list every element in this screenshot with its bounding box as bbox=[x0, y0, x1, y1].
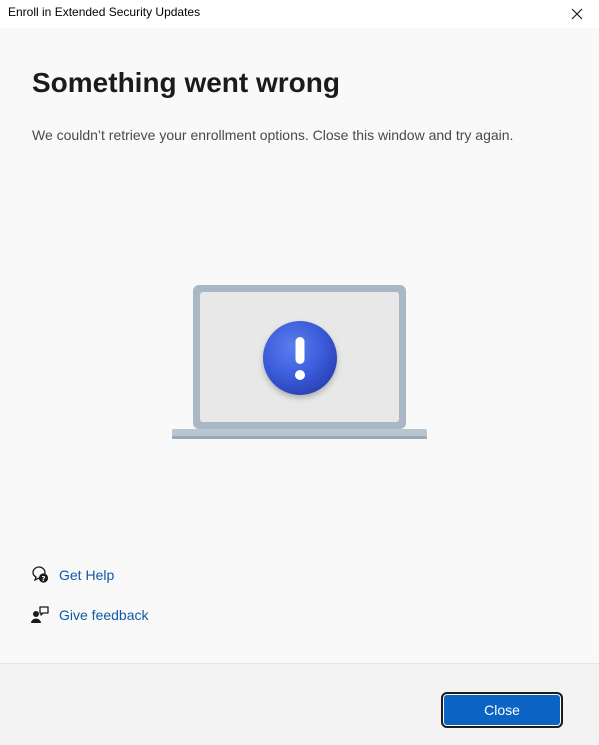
svg-text:?: ? bbox=[41, 575, 45, 583]
get-help-label: Get Help bbox=[59, 567, 115, 583]
close-icon bbox=[571, 8, 583, 20]
close-button[interactable]: Close bbox=[441, 692, 563, 728]
error-message: We couldn’t retrieve your enrollment opt… bbox=[32, 127, 514, 143]
ess-enroll-window: Enroll in Extended Security Updates Some… bbox=[0, 0, 599, 745]
get-help-link[interactable]: ? Get Help bbox=[30, 564, 114, 586]
give-feedback-link[interactable]: Give feedback bbox=[30, 604, 149, 626]
page-title: Something went wrong bbox=[32, 67, 340, 98]
help-chat-icon: ? bbox=[30, 565, 50, 585]
window-close-button[interactable] bbox=[555, 0, 599, 28]
feedback-person-icon bbox=[30, 605, 50, 625]
window-title: Enroll in Extended Security Updates bbox=[8, 5, 201, 19]
title-bar: Enroll in Extended Security Updates bbox=[0, 0, 599, 28]
laptop-alert-illustration bbox=[172, 284, 428, 442]
dialog-footer: Close bbox=[0, 663, 599, 745]
give-feedback-label: Give feedback bbox=[59, 607, 149, 623]
